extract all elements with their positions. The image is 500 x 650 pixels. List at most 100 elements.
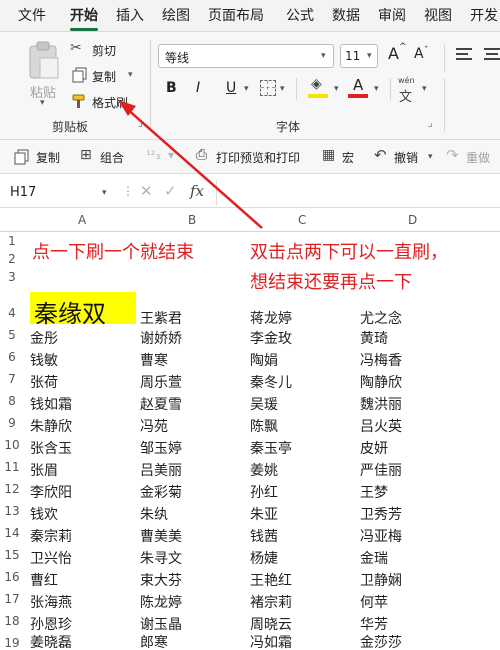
table-cell[interactable]: 束大芬 (140, 570, 182, 590)
table-cell[interactable]: 曹寒 (140, 350, 168, 370)
table-cell[interactable]: 严佳丽 (360, 460, 402, 480)
name-box[interactable]: H17 ▾ (6, 182, 116, 204)
insert-function-button[interactable]: fx (190, 182, 204, 200)
table-cell[interactable]: 金瑞 (360, 548, 388, 568)
table-cell[interactable]: 孙红 (250, 482, 278, 502)
menu-draw[interactable]: 绘图 (162, 5, 190, 25)
table-cell[interactable]: 冯亚梅 (360, 526, 402, 546)
table-cell[interactable]: 曹红 (30, 570, 58, 590)
table-cell[interactable]: 陶娟 (250, 350, 278, 370)
menu-formulas[interactable]: 公式 (286, 5, 314, 25)
font-name-select[interactable]: 等线 ▾ (158, 44, 334, 68)
table-cell[interactable]: 金莎莎 (360, 632, 402, 650)
underline-button[interactable]: U (226, 80, 236, 96)
table-cell[interactable]: 朱亚 (250, 504, 278, 524)
format-painter-button[interactable]: 格式刷 (70, 92, 134, 112)
enter-icon[interactable]: ✓ (164, 182, 177, 200)
font-color-dropdown-icon[interactable]: ▾ (374, 84, 379, 94)
table-cell[interactable]: 谢玉晶 (140, 614, 182, 634)
table-cell[interactable]: 周晓云 (250, 614, 292, 634)
table-cell[interactable]: 吴瑗 (250, 394, 278, 414)
table-cell[interactable]: 冯如霜 (250, 632, 292, 650)
table-cell[interactable]: 冯苑 (140, 416, 168, 436)
table-cell[interactable]: 张海燕 (30, 592, 72, 612)
menu-data[interactable]: 数据 (332, 5, 360, 25)
copy-dropdown-icon[interactable]: ▾ (128, 70, 133, 80)
copy-button[interactable]: 复制 ▾ (70, 66, 142, 86)
table-cell[interactable]: 姜姚 (250, 460, 278, 480)
table-cell[interactable]: 钱如霜 (30, 394, 72, 414)
table-cell[interactable]: 李欣阳 (30, 482, 72, 502)
table-cell[interactable]: 卫秀芳 (360, 504, 402, 524)
table-cell[interactable]: 朱静欣 (30, 416, 72, 436)
underline-dropdown-icon[interactable]: ▾ (244, 84, 249, 94)
quick-copy-button[interactable]: 复制 (14, 146, 70, 168)
pinyin-dropdown-icon[interactable]: ▾ (422, 84, 427, 94)
fill-color-dropdown-icon[interactable]: ▾ (334, 84, 339, 94)
menu-view[interactable]: 视图 (424, 5, 452, 25)
table-cell[interactable]: 曹美美 (140, 526, 182, 546)
border-dropdown-icon[interactable]: ▾ (280, 84, 285, 94)
paste-button[interactable]: 粘贴 ▾ (22, 38, 66, 108)
table-cell[interactable]: 卫静娴 (360, 570, 402, 590)
font-size-select[interactable]: 11 ▾ (340, 44, 378, 68)
table-cell[interactable]: 李金玫 (250, 328, 292, 348)
clipboard-launcher-icon[interactable]: ⌟ (138, 118, 143, 129)
menu-file[interactable]: 文件 (18, 5, 46, 25)
menu-review[interactable]: 审阅 (378, 5, 406, 25)
table-cell[interactable]: 杨婕 (250, 548, 278, 568)
table-cell[interactable]: 朱寻文 (140, 548, 182, 568)
align-center-icon[interactable] (484, 48, 500, 62)
align-left-icon[interactable] (456, 48, 472, 62)
table-cell[interactable]: 陈飘 (250, 416, 278, 436)
group-button[interactable]: ⊞ 组合 (80, 146, 136, 168)
table-cell[interactable]: 朱纨 (140, 504, 168, 524)
spreadsheet-grid[interactable]: A B C D 1 2 3 4 5 6 7 8 9 10 11 12 13 14… (0, 208, 500, 650)
menu-developer[interactable]: 开发 (470, 5, 498, 25)
table-cell[interactable]: 秦冬儿 (250, 372, 292, 392)
table-cell[interactable]: 张荷 (30, 372, 58, 392)
table-cell[interactable]: 陶静欣 (360, 372, 402, 392)
table-cell[interactable]: 褚宗莉 (250, 592, 292, 612)
menu-insert[interactable]: 插入 (116, 5, 144, 25)
bold-button[interactable]: B (166, 80, 177, 96)
formula-input[interactable] (220, 181, 496, 205)
font-color-button[interactable]: A (348, 76, 370, 100)
table-cell[interactable]: 邹玉婷 (140, 438, 182, 458)
table-cell[interactable]: 钱敏 (30, 350, 58, 370)
table-cell[interactable]: 张眉 (30, 460, 58, 480)
table-cell[interactable]: 周乐萱 (140, 372, 182, 392)
table-cell[interactable]: 魏洪丽 (360, 394, 402, 414)
table-cell[interactable]: 吕火英 (360, 416, 402, 436)
table-cell[interactable]: 皮妍 (360, 438, 388, 458)
table-cell[interactable]: 钱茜 (250, 526, 278, 546)
cancel-icon[interactable]: ✕ (140, 182, 153, 200)
print-preview-button[interactable]: ⎙ 打印预览和打印 (196, 146, 308, 168)
table-cell[interactable]: 王艳红 (250, 570, 292, 590)
macro-button[interactable]: ▦ 宏 (322, 146, 362, 168)
menu-page-layout[interactable]: 页面布局 (208, 5, 264, 25)
table-cell[interactable]: 钱欢 (30, 504, 58, 524)
paste-dropdown-icon[interactable]: ▾ (40, 98, 45, 108)
table-cell[interactable]: 秦宗莉 (30, 526, 72, 546)
table-cell[interactable]: 陈龙婷 (140, 592, 182, 612)
table-cell[interactable]: 华芳 (360, 614, 388, 634)
table-cell[interactable]: 王梦 (360, 482, 388, 502)
table-cell[interactable]: 谢娇娇 (140, 328, 182, 348)
table-cell[interactable]: 金彤 (30, 328, 58, 348)
font-launcher-icon[interactable]: ⌟ (428, 118, 433, 129)
table-cell[interactable]: 孙恩珍 (30, 614, 72, 634)
undo-button[interactable]: ↶ 撤销 ▾ (374, 146, 436, 168)
table-cell[interactable]: 赵夏雪 (140, 394, 182, 414)
cut-button[interactable]: ✂ 剪切 (70, 40, 130, 60)
pinyin-button[interactable]: wén 文 (396, 76, 418, 105)
redo-button[interactable]: ↷ 重做 (446, 146, 500, 168)
border-button[interactable] (260, 80, 276, 96)
italic-button[interactable]: I (196, 80, 200, 96)
table-cell[interactable]: 冯梅香 (360, 350, 402, 370)
table-cell[interactable]: 秦玉亭 (250, 438, 292, 458)
shrink-font-button[interactable]: A (414, 46, 424, 62)
table-cell[interactable]: 黄琦 (360, 328, 388, 348)
menu-home[interactable]: 开始 (70, 5, 98, 25)
table-cell[interactable]: 何苹 (360, 592, 388, 612)
